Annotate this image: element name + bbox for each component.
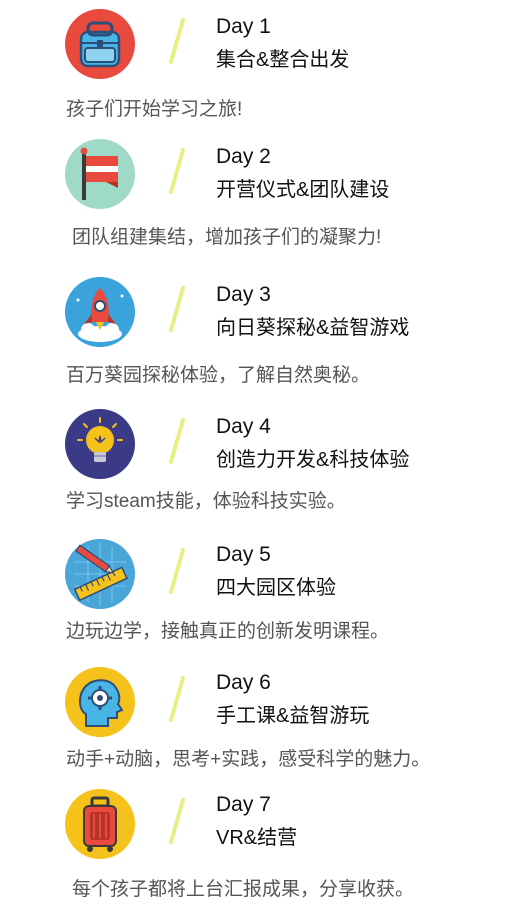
backpack-icon [64,8,136,80]
rocket-icon [64,276,136,348]
day-label: Day 6 [216,671,271,694]
luggage-icon [64,788,136,860]
day-item-5: Day 5 四大园区体验 边玩边学，接触真正的创新发明课程。 [0,530,509,660]
day-description: 百万葵园探秘体验，了解自然奥秘。 [66,365,371,386]
day-item-4: Day 4 创造力开发&科技体验 学习steam技能，体验科技实验。 [0,400,509,530]
day-description: 孩子们开始学习之旅! [66,99,243,120]
day-label: Day 2 [216,145,271,168]
day-title: 四大园区体验 [216,577,336,599]
day-title: 开营仪式&团队建设 [216,179,390,201]
divider-slash [168,18,186,64]
flag-icon [64,138,136,210]
day-title: 创造力开发&科技体验 [216,449,410,471]
day-label: Day 5 [216,543,271,566]
day-description: 边玩边学，接触真正的创新发明课程。 [66,621,390,642]
day-title: 手工课&益智游玩 [216,705,370,727]
day-description: 动手+动脑，思考+实践，感受科学的魅力。 [66,749,431,770]
day-label: Day 7 [216,793,271,816]
ruler-pencil-icon [64,538,136,610]
brain-gear-icon [64,666,136,738]
divider-slash [168,286,186,332]
day-item-3: Day 3 向日葵探秘&益智游戏 百万葵园探秘体验，了解自然奥秘。 [0,268,509,398]
divider-slash [168,148,186,194]
day-label: Day 1 [216,15,271,38]
day-item-7: Day 7 VR&结营 每个孩子都将上台汇报成果，分享收获。 [0,784,509,914]
day-item-1: Day 1 集合&整合出发 孩子们开始学习之旅! [0,0,509,130]
day-label: Day 3 [216,283,271,306]
day-item-6: Day 6 手工课&益智游玩 动手+动脑，思考+实践，感受科学的魅力。 [0,660,509,790]
day-title: 向日葵探秘&益智游戏 [216,317,410,339]
day-item-2: Day 2 开营仪式&团队建设 团队组建集结，增加孩子们的凝聚力! [0,130,509,260]
day-label: Day 4 [216,415,271,438]
divider-slash [168,418,186,464]
lightbulb-icon [64,408,136,480]
day-description: 每个孩子都将上台汇报成果，分享收获。 [72,879,415,900]
day-description: 学习steam技能，体验科技实验。 [66,491,346,512]
day-title: VR&结营 [216,827,298,849]
day-title: 集合&整合出发 [216,49,350,71]
divider-slash [168,676,186,722]
divider-slash [168,798,186,844]
divider-slash [168,548,186,594]
day-description: 团队组建集结，增加孩子们的凝聚力! [72,227,382,248]
